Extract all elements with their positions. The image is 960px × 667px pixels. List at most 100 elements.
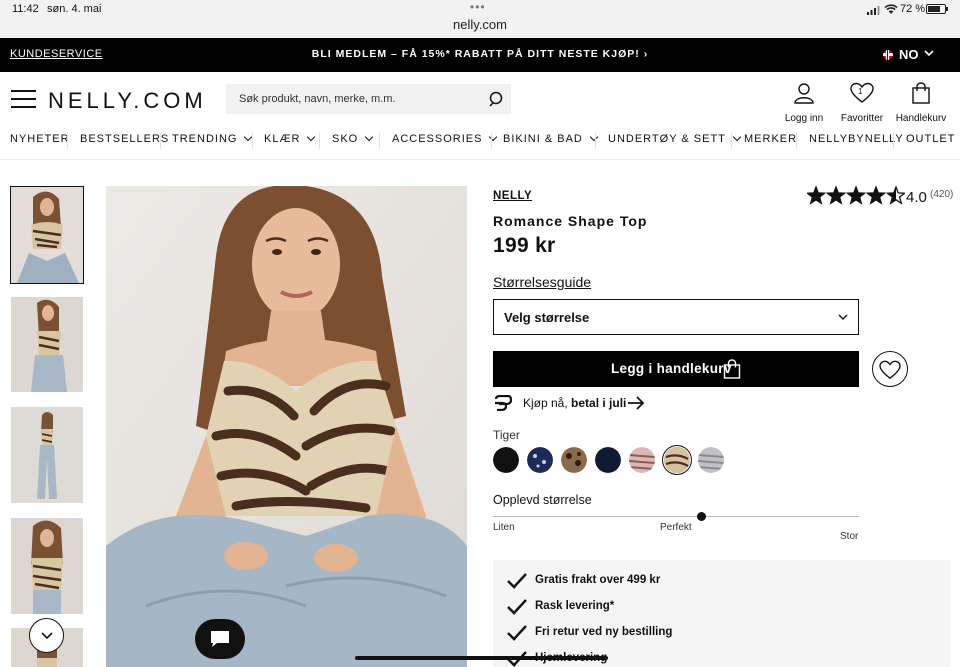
rating-stars [805,185,907,205]
nav-trending[interactable]: TRENDING [172,132,253,145]
nav-bikini-bad-label: BIKINI & BAD [503,133,583,145]
product-thumbnail[interactable] [10,186,84,284]
cart-label: Handlekurv [895,113,947,124]
usp-box: Gratis frakt over 499 kr Rask levering* … [493,560,950,667]
nav-nellybynelly[interactable]: NELLYBYNELLY [809,133,904,145]
add-to-cart-button[interactable]: Legg i handlekurv [493,351,859,387]
nav-undertoy-sett-label: UNDERTØY & SETT [608,133,726,145]
model-photo [106,186,467,667]
scroll-thumbnails-button[interactable] [29,618,64,653]
favorites-count: 1 [858,87,863,96]
swatch-fill [527,447,553,473]
color-swatch-navy-print[interactable] [527,447,553,473]
chevron-down-icon[interactable] [924,47,934,61]
chevron-down-icon [838,314,848,320]
fit-label-perfect: Perfekt [660,522,692,533]
membership-promo-link[interactable]: BLI MEDLEM – FÅ 15%* RABATT PÅ DITT NEST… [0,48,960,60]
fit-scale-line [493,516,859,517]
nav-accessories-label: ACCESSORIES [392,133,483,145]
nav-sko-label: SKO [332,133,359,145]
product-price: 199 kr [493,234,556,257]
search-input[interactable]: Søk produkt, navn, merke, m.m. [239,93,396,105]
site-header: NELLY.COM Søk produkt, navn, merke, m.m.… [0,72,960,128]
nav-divider [796,132,797,149]
size-select[interactable]: Velg størrelse [493,299,859,335]
shopping-bag-icon [912,82,930,104]
product-rating[interactable]: 4.0 (420) [805,185,957,208]
address-bar-url[interactable]: nelly.com [0,17,960,32]
color-swatch-leopard[interactable] [561,447,587,473]
product-thumbnail[interactable] [11,407,83,503]
checkmark-icon [507,599,527,615]
search-bar[interactable]: Søk produkt, navn, merke, m.m. [226,84,511,114]
nav-divider [379,132,380,149]
usp-text: Rask levering* [535,600,615,612]
color-swatch-dark-navy[interactable] [595,447,621,473]
model-photo-thumbnail [11,187,83,283]
chevron-down-icon [41,632,53,640]
size-guide-link[interactable]: Størrelsesguide [493,274,591,290]
status-date: søn. 4. mai [47,3,102,15]
nav-sko[interactable]: SKO [332,132,374,145]
nav-klaer[interactable]: KLÆR [264,132,316,145]
fit-label-small: Liten [493,522,515,533]
nav-divider [893,132,894,149]
main-product-image[interactable] [106,186,467,667]
chevron-down-icon [307,132,316,142]
product-thumbnail[interactable] [11,518,83,614]
nav-bikini-bad[interactable]: BIKINI & BAD [503,132,599,145]
main-navigation: NYHETER BESTSELLERS TRENDING KLÆR SKO AC… [0,128,960,160]
star-icon [825,185,847,205]
usp-text: Gratis frakt over 499 kr [535,574,661,586]
usp-text: Fri retur ved ny bestilling [535,626,673,638]
status-bar: 11:42 søn. 4. mai ••• nelly.com 72 % [0,0,960,38]
nav-undertoy-sett[interactable]: UNDERTØY & SETT [608,132,742,145]
brand-link[interactable]: NELLY [493,190,532,202]
nav-divider [595,132,596,149]
nav-divider [67,132,68,149]
klarna-text: Kjøp nå, betal i juli [523,396,626,410]
checkmark-icon [507,625,527,641]
chevron-down-icon [589,132,599,142]
color-swatch-grey-stripe[interactable] [698,447,724,473]
site-logo[interactable]: NELLY.COM [48,88,207,114]
model-photo-thumbnail [11,297,83,392]
nav-accessories[interactable]: ACCESSORIES [392,132,498,145]
model-photo-thumbnail [11,518,83,614]
star-icon [865,185,887,205]
favorites-label: Favoritter [840,113,884,124]
nav-bestsellers[interactable]: BESTSELLERS [80,133,169,145]
nav-nyheter[interactable]: NYHETER [10,133,70,145]
nav-klaer-label: KLÆR [264,133,301,145]
klarna-prefix: Kjøp nå, [523,396,572,410]
checkmark-icon [507,573,527,589]
search-icon[interactable] [488,90,506,108]
chevron-down-icon [364,132,374,142]
nav-divider [731,132,732,149]
language-selector[interactable]: NO [899,47,919,62]
hamburger-menu-icon[interactable] [11,90,36,109]
cart-button[interactable]: Handlekurv [893,80,949,126]
klarna-pay-later[interactable]: Kjøp nå, betal i juli [493,393,663,413]
add-to-favorites-button[interactable] [872,351,908,387]
nav-merker[interactable]: MERKER [744,133,797,145]
promo-bar: KUNDESERVICE BLI MEDLEM – FÅ 15%* RABATT… [0,38,960,72]
fit-title: Opplevd størrelse [493,493,592,507]
nav-outlet[interactable]: OUTLET [906,133,955,145]
swatch-fill [629,447,655,473]
color-swatch-tiger-selected[interactable] [664,447,690,473]
product-thumbnail[interactable] [11,297,83,392]
favorites-button[interactable]: 1 Favoritter [836,80,888,126]
usp-item: Fri retur ved ny bestilling [507,625,672,646]
chat-button[interactable] [195,619,245,659]
more-dots-icon[interactable]: ••• [470,0,486,14]
login-label: Logg inn [784,113,824,124]
login-button[interactable]: Logg inn [780,80,828,126]
color-swatch-black[interactable] [493,447,519,473]
color-swatch-pink-stripe[interactable] [629,447,655,473]
model-photo-thumbnail [11,407,83,503]
user-icon [794,83,814,104]
review-count: (420) [930,189,954,200]
swatch-fill [698,447,724,473]
product-title: Romance Shape Top [493,213,648,229]
